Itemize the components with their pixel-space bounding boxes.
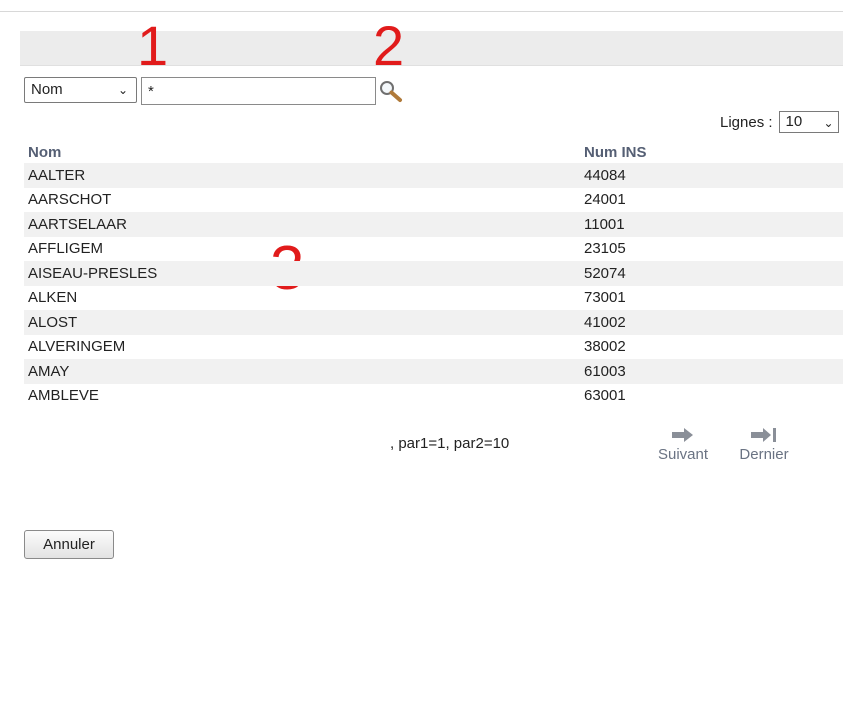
cell-ins: 73001 <box>584 289 626 307</box>
annotation-marker: 1 <box>137 14 169 77</box>
table-row[interactable]: AARSCHOT 24001 <box>24 188 843 213</box>
cell-ins: 61003 <box>580 359 843 384</box>
paging-params-text: , par1=1, par2=10 <box>390 435 510 452</box>
table-row[interactable]: AMAY 61003 <box>24 359 843 384</box>
cell-ins: 44084 <box>580 163 843 188</box>
cell-ins: 63001 <box>584 387 626 405</box>
next-page-link[interactable]: Suivant <box>650 427 716 463</box>
column-header-ins[interactable]: Num INS <box>580 141 843 163</box>
table-row[interactable]: AISEAU-PRESLES 52074 <box>24 261 843 286</box>
rows-per-page-value: 10 <box>785 113 803 130</box>
chevron-down-icon: ⌄ <box>823 116 834 130</box>
search-input[interactable] <box>141 77 376 105</box>
cell-name: ALVERINGEM <box>28 338 126 356</box>
cell-ins: 41002 <box>580 310 843 335</box>
search-button[interactable] <box>378 80 408 104</box>
cell-name: AISEAU-PRESLES <box>24 261 580 286</box>
cell-ins: 11001 <box>580 212 843 237</box>
cell-ins: 23105 <box>584 240 626 258</box>
arrow-last-icon <box>751 428 776 442</box>
cell-name: AMAY <box>24 359 580 384</box>
arrow-right-icon <box>672 428 693 442</box>
next-page-label: Suivant <box>657 446 709 463</box>
table-row[interactable]: AMBLEVE 63001 <box>24 384 843 409</box>
cell-ins: 38002 <box>584 338 626 356</box>
top-divider <box>0 11 843 12</box>
table-row[interactable]: AARTSELAAR 11001 <box>24 212 843 237</box>
cell-ins: 24001 <box>584 191 626 209</box>
table-row[interactable]: AALTER 44084 <box>24 163 843 188</box>
cell-name: AARTSELAAR <box>24 212 580 237</box>
cell-name: ALOST <box>24 310 580 335</box>
cell-name: AFFLIGEM <box>28 240 104 258</box>
table-row[interactable]: ALOST 41002 <box>24 310 843 335</box>
last-page-label: Dernier <box>739 446 789 463</box>
cell-name: ALKEN <box>28 289 78 307</box>
table-header-row: Nom Num INS <box>24 141 843 163</box>
cancel-button[interactable]: Annuler <box>24 530 114 559</box>
rows-per-page-select[interactable]: 10 ⌄ <box>778 111 839 133</box>
annotation-marker: 2 <box>373 14 405 77</box>
chevron-down-icon: ⌄ <box>117 83 128 97</box>
search-field-selected: Nom <box>31 81 63 98</box>
cell-ins: 52074 <box>580 261 843 286</box>
rows-per-page-label: Lignes : <box>720 113 773 131</box>
table-row[interactable]: ALVERINGEM 38002 <box>24 335 843 360</box>
search-field-select[interactable]: Nom ⌄ <box>24 77 137 103</box>
rows-per-page: Lignes : 10 ⌄ <box>720 110 839 134</box>
magnifier-icon <box>380 81 402 102</box>
last-page-link[interactable]: Dernier <box>732 427 796 463</box>
results-table: Nom Num INS AALTER 44084 AARSCHOT 24001 … <box>24 141 843 408</box>
table-row[interactable]: ALKEN 73001 <box>24 286 843 311</box>
cell-name: AMBLEVE <box>28 387 99 405</box>
column-header-name[interactable]: Nom <box>24 141 580 163</box>
table-row[interactable]: AFFLIGEM 23105 <box>24 237 843 262</box>
cell-name: AARSCHOT <box>28 191 112 209</box>
cell-name: AALTER <box>24 163 580 188</box>
